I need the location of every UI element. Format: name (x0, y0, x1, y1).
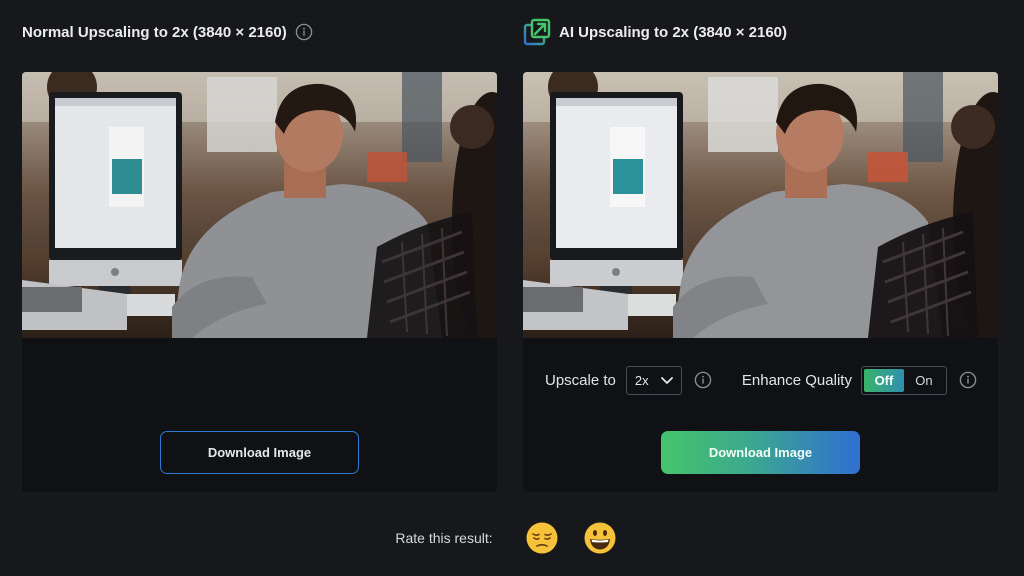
normal-upscaling-header: Normal Upscaling to 2x (3840 × 2160) (22, 20, 313, 44)
toggle-on-option[interactable]: On (904, 369, 944, 392)
download-image-button-normal[interactable]: Download Image (160, 431, 359, 474)
chevron-down-icon (660, 373, 674, 387)
office-photo-normal (22, 72, 497, 338)
upscale-info-icon[interactable] (694, 371, 712, 389)
rating-row: Rate this result: (0, 520, 1024, 556)
toggle-off-option[interactable]: Off (863, 368, 904, 392)
enhance-info-icon[interactable] (959, 371, 977, 389)
ai-upscaling-title: AI Upscaling to 2x (3840 × 2160) (559, 23, 788, 41)
ai-upscaling-header: AI Upscaling to 2x (3840 × 2160) (523, 18, 788, 46)
rating-label: Rate this result: (395, 530, 493, 546)
upscale-factor-value: 2x (634, 372, 649, 388)
upscale-to-label: Upscale to (545, 371, 616, 389)
enhance-quality-toggle[interactable]: Off On (860, 365, 947, 395)
grinning-face-emoji[interactable] (583, 521, 617, 555)
upscale-factor-select[interactable]: 2x (625, 365, 682, 395)
download-image-button-ai[interactable]: Download Image (661, 431, 860, 474)
enhance-quality-label: Enhance Quality (741, 371, 852, 389)
upscale-controls: Upscale to 2x Enhance Quality Off On (523, 364, 998, 396)
pensive-face-emoji[interactable] (525, 521, 559, 555)
info-icon[interactable] (295, 23, 313, 41)
normal-upscaling-title: Normal Upscaling to 2x (3840 × 2160) (22, 23, 287, 41)
normal-upscaling-card: Download Image (22, 72, 497, 492)
ai-upscale-logo-icon (523, 18, 551, 46)
ai-upscaling-card: Upscale to 2x Enhance Quality Off On Dow… (523, 72, 998, 492)
office-photo-ai (523, 72, 998, 338)
